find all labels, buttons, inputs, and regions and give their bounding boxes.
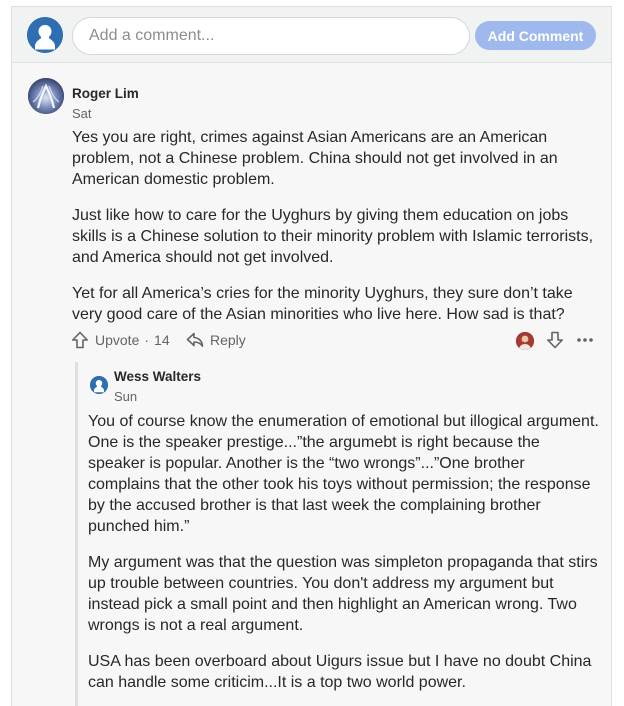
- reply-paragraph: My argument was that the question was si…: [88, 554, 598, 634]
- add-comment-button[interactable]: Add Comment: [475, 21, 596, 50]
- voter-avatar[interactable]: [516, 332, 534, 350]
- comment-timestamp[interactable]: Sat: [72, 106, 92, 121]
- voter-photo: [516, 332, 534, 350]
- reply-comment: Wess Walters Sun You of course know the …: [75, 362, 605, 706]
- arrow-up-outline-icon: [72, 331, 88, 349]
- comment-input[interactable]: [72, 17, 470, 55]
- reply-author-avatar[interactable]: [90, 376, 108, 394]
- reply-arrow-icon: [186, 332, 204, 347]
- reply-author-name[interactable]: Wess Walters: [114, 369, 201, 384]
- downvote-button[interactable]: [545, 328, 565, 352]
- comments-panel: Add Comment Roger Lim Sat Yes you are ri: [11, 6, 612, 706]
- comment-actions: Upvote · 14 Reply: [70, 328, 600, 352]
- user-avatar[interactable]: [27, 17, 63, 53]
- more-options-button[interactable]: [575, 328, 595, 352]
- comment-paragraph: Just like how to care for the Uyghurs by…: [72, 207, 594, 266]
- default-profile-icon: [90, 376, 108, 394]
- author-name[interactable]: Roger Lim: [72, 86, 139, 101]
- comment-paragraph: Yet for all America’s cries for the mino…: [72, 285, 573, 323]
- author-avatar[interactable]: [28, 78, 64, 114]
- author-photo: [28, 78, 64, 114]
- reply-button[interactable]: Reply: [185, 328, 246, 352]
- reply-body: You of course know the enumeration of em…: [88, 411, 600, 706]
- separator: ·: [144, 332, 150, 348]
- reply-paragraph: You of course know the enumeration of em…: [88, 413, 599, 535]
- upvote-count: 14: [154, 332, 170, 348]
- more-dots-icon: [577, 338, 593, 342]
- arrow-down-outline-icon: [547, 331, 563, 349]
- upvote-button[interactable]: Upvote · 14: [70, 328, 170, 352]
- default-profile-icon: [27, 17, 63, 53]
- comment-body: Yes you are right, crimes against Asian …: [72, 127, 597, 340]
- comment-paragraph: Yes you are right, crimes against Asian …: [72, 129, 558, 188]
- reply-label: Reply: [210, 332, 246, 348]
- reply-paragraph: USA has been overboard about Uigurs issu…: [88, 653, 592, 691]
- comment-composer: Add Comment: [12, 7, 611, 63]
- upvote-label: Upvote: [95, 332, 140, 348]
- reply-timestamp[interactable]: Sun: [114, 389, 137, 404]
